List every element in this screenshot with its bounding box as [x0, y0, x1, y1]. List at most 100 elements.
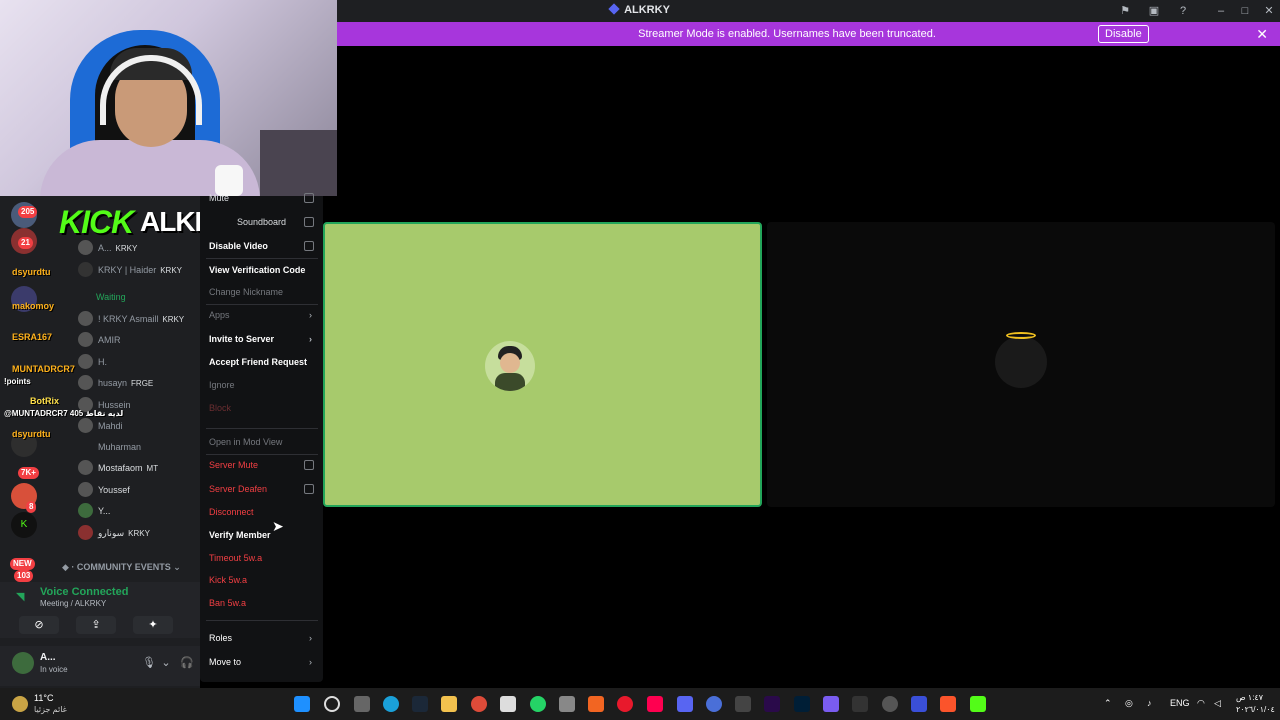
voice-member[interactable]: ! KRKY Asmaill KRKY	[78, 309, 200, 329]
checkbox[interactable]	[304, 193, 314, 203]
minimize-icon[interactable]: –	[1214, 4, 1228, 18]
weather-temperature[interactable]: 11°C	[34, 693, 53, 703]
voice-member[interactable]: husayn FRGE	[78, 373, 200, 393]
kick-app-icon[interactable]	[970, 696, 986, 712]
menu-item-ignore[interactable]: Ignore	[209, 376, 319, 394]
file-explorer-icon[interactable]	[441, 696, 457, 712]
capcut-icon[interactable]	[852, 696, 868, 712]
video-tile-speaking[interactable]	[323, 222, 762, 507]
menu-item-server-deafen[interactable]: Server Deafen	[209, 480, 319, 498]
voice-member[interactable]: H.	[78, 352, 200, 372]
signal-icon[interactable]: ◥	[16, 590, 30, 604]
brave-icon[interactable]	[940, 696, 956, 712]
menu-item-kick[interactable]: Kick 5w.a	[209, 571, 319, 589]
app-icon[interactable]	[588, 696, 604, 712]
voice-member[interactable]: Y...	[78, 501, 200, 521]
menu-item-disconnect[interactable]: Disconnect	[209, 503, 319, 521]
edge-icon[interactable]	[383, 696, 399, 712]
voice-member[interactable]: KRKY | Haider KRKY	[78, 260, 200, 280]
app-icon[interactable]	[911, 696, 927, 712]
app-icon[interactable]	[706, 696, 722, 712]
voice-member[interactable]: Youssef	[78, 480, 200, 500]
tray-app-icon[interactable]: ◎	[1125, 698, 1133, 709]
activities-button[interactable]: ✦	[133, 616, 173, 634]
member-tag: MT	[146, 464, 159, 473]
close-window-icon[interactable]: ✕	[1262, 4, 1276, 18]
voice-member[interactable]: Muharman	[78, 437, 200, 457]
whatsapp-icon[interactable]	[530, 696, 546, 712]
kick-server-icon[interactable]: K	[11, 512, 37, 538]
camera-off-button[interactable]: ⊘	[19, 616, 59, 634]
opera-icon[interactable]	[617, 696, 633, 712]
menu-item-move-to[interactable]: Move to ›	[209, 653, 319, 671]
tiktok-icon[interactable]	[647, 696, 663, 712]
menu-item-mute[interactable]: Mute	[209, 189, 319, 207]
voice-member[interactable]: Hussein	[78, 395, 200, 415]
settings-app-icon[interactable]	[559, 696, 575, 712]
app-icon[interactable]	[823, 696, 839, 712]
voice-member[interactable]: Mostafaom MT	[78, 458, 200, 478]
menu-item-disable-video[interactable]: Disable Video	[209, 237, 319, 255]
category-header[interactable]: ◆ · COMMUNITY EVENTS ⌄	[62, 562, 181, 573]
menu-item-timeout[interactable]: Timeout 5w.a	[209, 549, 319, 567]
clock-date[interactable]: ٢٠٢٦/٠١/٠٤	[1236, 705, 1275, 714]
premiere-icon[interactable]	[764, 696, 780, 712]
start-icon[interactable]	[294, 696, 310, 712]
maximize-icon[interactable]: □	[1238, 4, 1252, 18]
menu-item-server-mute[interactable]: Server Mute	[209, 456, 319, 474]
menu-item-soundboard[interactable]: Soundboard	[209, 213, 319, 231]
app-icon[interactable]	[735, 696, 751, 712]
checkbox[interactable]	[304, 484, 314, 494]
language-indicator[interactable]: ENG	[1170, 698, 1190, 708]
tray-chevron-up-icon[interactable]: ⌃	[1104, 698, 1112, 709]
unread-badge: 21	[18, 237, 33, 249]
voice-location[interactable]: Meeting / ALKRKY	[40, 599, 106, 608]
voice-member[interactable]: AMIR	[78, 330, 200, 350]
help-icon[interactable]: ?	[1176, 4, 1190, 18]
member-name: AMIR	[98, 335, 121, 345]
task-view-icon[interactable]	[354, 696, 370, 712]
microphone-icon[interactable]: 🎙	[142, 656, 156, 670]
voice-status[interactable]: Voice Connected	[40, 586, 128, 598]
menu-item-ban[interactable]: Ban 5w.a	[209, 594, 319, 612]
voice-member[interactable]: Mahdi	[78, 416, 200, 436]
snipping-tool-icon[interactable]	[500, 696, 516, 712]
menu-item-view-verification-code[interactable]: View Verification Code	[209, 261, 319, 279]
voice-member[interactable]: Waiting	[62, 287, 184, 307]
inbox-icon[interactable]: ⚑	[1118, 4, 1132, 18]
avatar[interactable]	[12, 652, 34, 674]
member-name-text: Y...	[98, 506, 111, 516]
wifi-icon[interactable]: ◠	[1197, 698, 1205, 709]
menu-item-open-mod-view[interactable]: Open in Mod View	[209, 433, 319, 451]
menu-item-block[interactable]: Block	[209, 399, 319, 417]
share-screen-button[interactable]: ⇪	[76, 616, 116, 634]
menu-item-roles[interactable]: Roles ›	[209, 629, 319, 647]
steam-icon[interactable]	[412, 696, 428, 712]
menu-item-invite-to-server[interactable]: Invite to Server ›	[209, 330, 319, 348]
menu-item-accept-friend-request[interactable]: Accept Friend Request	[209, 353, 319, 371]
chevron-down-icon[interactable]: ⌄	[159, 656, 173, 670]
headphones-icon[interactable]: 🎧	[180, 656, 194, 670]
weather-icon[interactable]	[12, 696, 28, 712]
volume-icon[interactable]: ◁	[1214, 698, 1221, 709]
member-name: ! KRKY Asmaill KRKY	[98, 314, 184, 324]
menu-item-verify-member[interactable]: Verify Member	[209, 526, 319, 544]
checkbox[interactable]	[304, 460, 314, 470]
discord-taskbar-icon[interactable]	[677, 696, 693, 712]
tray-mic-icon[interactable]: ♪	[1147, 698, 1152, 708]
menu-item-change-nickname[interactable]: Change Nickname	[209, 283, 319, 301]
checkbox[interactable]	[304, 241, 314, 251]
close-banner-icon[interactable]: ✕	[1256, 26, 1268, 42]
menu-item-apps[interactable]: Apps ›	[209, 306, 319, 324]
checkbox[interactable]	[304, 217, 314, 227]
screen-share-icon[interactable]: ▣	[1147, 4, 1161, 18]
voice-member[interactable]: سونارو KRKY	[78, 523, 200, 543]
search-icon[interactable]	[324, 696, 340, 712]
obs-icon[interactable]	[882, 696, 898, 712]
clock-time[interactable]: ١:٤٧ ص	[1236, 693, 1263, 702]
disable-streamer-mode-button[interactable]: Disable	[1098, 25, 1149, 43]
chrome-icon[interactable]	[471, 696, 487, 712]
weather-description[interactable]: غائم جزئيا	[34, 705, 67, 714]
photoshop-icon[interactable]	[794, 696, 810, 712]
username[interactable]: A...	[40, 652, 56, 663]
